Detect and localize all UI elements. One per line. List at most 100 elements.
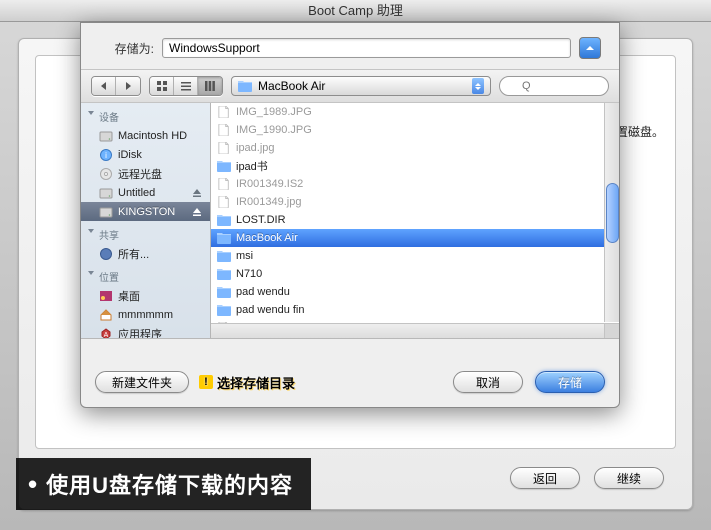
sidebar-item-untitled[interactable]: Untitled — [81, 183, 210, 202]
nav-back-button[interactable] — [92, 77, 116, 95]
window-title: Boot Camp 助理 — [0, 0, 711, 22]
file-label: N710 — [236, 268, 262, 280]
file-label: IR001349.jpg — [236, 196, 301, 208]
file-browser: 设备Macintosh HD i iDisk 远程光盘 Untitled KINGSTON… — [81, 103, 619, 339]
back-button[interactable]: 返回 — [510, 467, 580, 489]
column-scrollbar[interactable] — [604, 103, 619, 322]
idisk-icon: i — [99, 148, 113, 162]
file-row[interactable]: IMG_1990.JPG — [211, 121, 619, 139]
sidebar-item-label: 应用程序 — [118, 326, 162, 339]
file-row[interactable]: IR001349.jpg — [211, 193, 619, 211]
caption-overlay: 使用U盘存储下载的内容 — [16, 458, 311, 510]
file-label: pad wendu — [236, 286, 290, 298]
warning-icon: ! — [199, 375, 213, 389]
view-icon-button[interactable] — [150, 77, 174, 95]
nav-forward-button[interactable] — [116, 77, 140, 95]
eject-icon[interactable] — [192, 207, 202, 217]
grid-icon — [157, 81, 167, 91]
file-label: IMG_1989.JPG — [236, 106, 312, 118]
sidebar-item-label: iDisk — [118, 149, 142, 161]
file-row[interactable]: ipad.jpg — [211, 139, 619, 157]
collapse-toggle-button[interactable] — [579, 37, 601, 59]
file-label: LOST.DIR — [236, 214, 286, 226]
triangle-left-icon — [100, 82, 108, 90]
file-icon — [217, 178, 231, 190]
location-popup[interactable]: MacBook Air — [231, 76, 491, 96]
file-row[interactable]: LOST.DIR▶ — [211, 211, 619, 229]
folder-icon — [217, 160, 231, 172]
sidebar-item-label: 所有... — [118, 246, 149, 262]
sidebar-item-kingston[interactable]: KINGSTON — [81, 202, 210, 221]
file-row[interactable]: IMG_1989.JPG — [211, 103, 619, 121]
sheet-toolbar: MacBook Air — [81, 69, 619, 103]
file-row[interactable]: MacBook Air▶ — [211, 229, 619, 247]
sidebar-item-idisk[interactable]: i iDisk — [81, 145, 210, 164]
columns-icon — [205, 81, 215, 91]
cancel-button[interactable]: 取消 — [453, 371, 523, 393]
view-switcher — [149, 76, 223, 96]
sidebar-item-label: Untitled — [118, 187, 155, 199]
sidebar-item-label: mmmmmm — [118, 309, 173, 321]
sidebar-item--[interactable]: 所有... — [81, 244, 210, 263]
sidebar-item--[interactable]: 远程光盘 — [81, 164, 210, 183]
mid-hint-text: 选择存储目录 — [217, 373, 295, 392]
file-row[interactable]: msi▶ — [211, 247, 619, 265]
scrollbar-thumb[interactable] — [606, 183, 619, 243]
file-column: IMG_1989.JPGIMG_1990.JPGipad.jpgipad书▶IR… — [211, 103, 619, 338]
caption-text: 使用U盘存储下载的内容 — [46, 468, 293, 500]
sidebar: 设备Macintosh HD i iDisk 远程光盘 Untitled KINGSTON… — [81, 103, 211, 338]
hdd-icon — [99, 186, 113, 200]
save-as-label: 存储为: — [99, 40, 154, 57]
sidebar-item-mmmmmm[interactable]: mmmmmm — [81, 305, 210, 324]
home-icon — [99, 308, 113, 322]
file-row[interactable]: pad wendu fin▶ — [211, 301, 619, 319]
scroll-corner — [604, 323, 619, 338]
file-icon — [217, 106, 231, 118]
file-row[interactable]: ipad书▶ — [211, 157, 619, 175]
sidebar-group-header[interactable]: 设备 — [81, 103, 210, 126]
file-icon — [217, 142, 231, 154]
folder-icon — [217, 232, 231, 244]
file-label: msi — [236, 250, 253, 262]
sidebar-item-label: 桌面 — [118, 288, 140, 304]
list-icon — [181, 81, 191, 91]
continue-button[interactable]: 继续 — [594, 467, 664, 489]
view-list-button[interactable] — [174, 77, 198, 95]
folder-icon — [217, 268, 231, 280]
file-label: ipad.jpg — [236, 142, 275, 154]
hdd-icon — [99, 129, 113, 143]
svg-text:A: A — [104, 332, 109, 339]
file-row[interactable]: IR001349.IS2 — [211, 175, 619, 193]
sidebar-group-header[interactable]: 位置 — [81, 263, 210, 286]
sidebar-item-macintosh-hd[interactable]: Macintosh HD — [81, 126, 210, 145]
apps-icon: A — [99, 327, 113, 339]
location-label: MacBook Air — [258, 79, 325, 93]
save-as-input[interactable] — [162, 38, 571, 58]
view-column-button[interactable] — [198, 77, 222, 95]
nav-back-forward — [91, 76, 141, 96]
search-input[interactable] — [499, 76, 609, 96]
triangle-right-icon — [124, 82, 132, 90]
sidebar-item-label: 远程光盘 — [118, 166, 162, 182]
save-sheet: 存储为: MacBook Air 设备Macintosh HD i iDisk 远程光… — [80, 22, 620, 408]
mid-hint: ! 选择存储目录 — [199, 373, 295, 392]
save-button[interactable]: 存储 — [535, 371, 605, 393]
svg-text:i: i — [105, 151, 107, 160]
sidebar-item-label: KINGSTON — [118, 206, 175, 218]
column-hscrollbar[interactable] — [211, 323, 604, 338]
file-row[interactable]: N710▶ — [211, 265, 619, 283]
new-folder-button[interactable]: 新建文件夹 — [95, 371, 189, 393]
folder-icon — [217, 214, 231, 226]
sidebar-item--[interactable]: A 应用程序 — [81, 324, 210, 338]
desktop-icon — [99, 289, 113, 303]
popup-arrows-icon — [472, 78, 484, 94]
folder-icon — [217, 304, 231, 316]
sidebar-item--[interactable]: 桌面 — [81, 286, 210, 305]
file-label: pad wendu fin — [236, 304, 305, 316]
file-label: IMG_1990.JPG — [236, 124, 312, 136]
file-icon — [217, 124, 231, 136]
sidebar-group-header[interactable]: 共享 — [81, 221, 210, 244]
eject-icon[interactable] — [192, 188, 202, 198]
file-row[interactable]: pad wendu▶ — [211, 283, 619, 301]
file-icon — [217, 196, 231, 208]
